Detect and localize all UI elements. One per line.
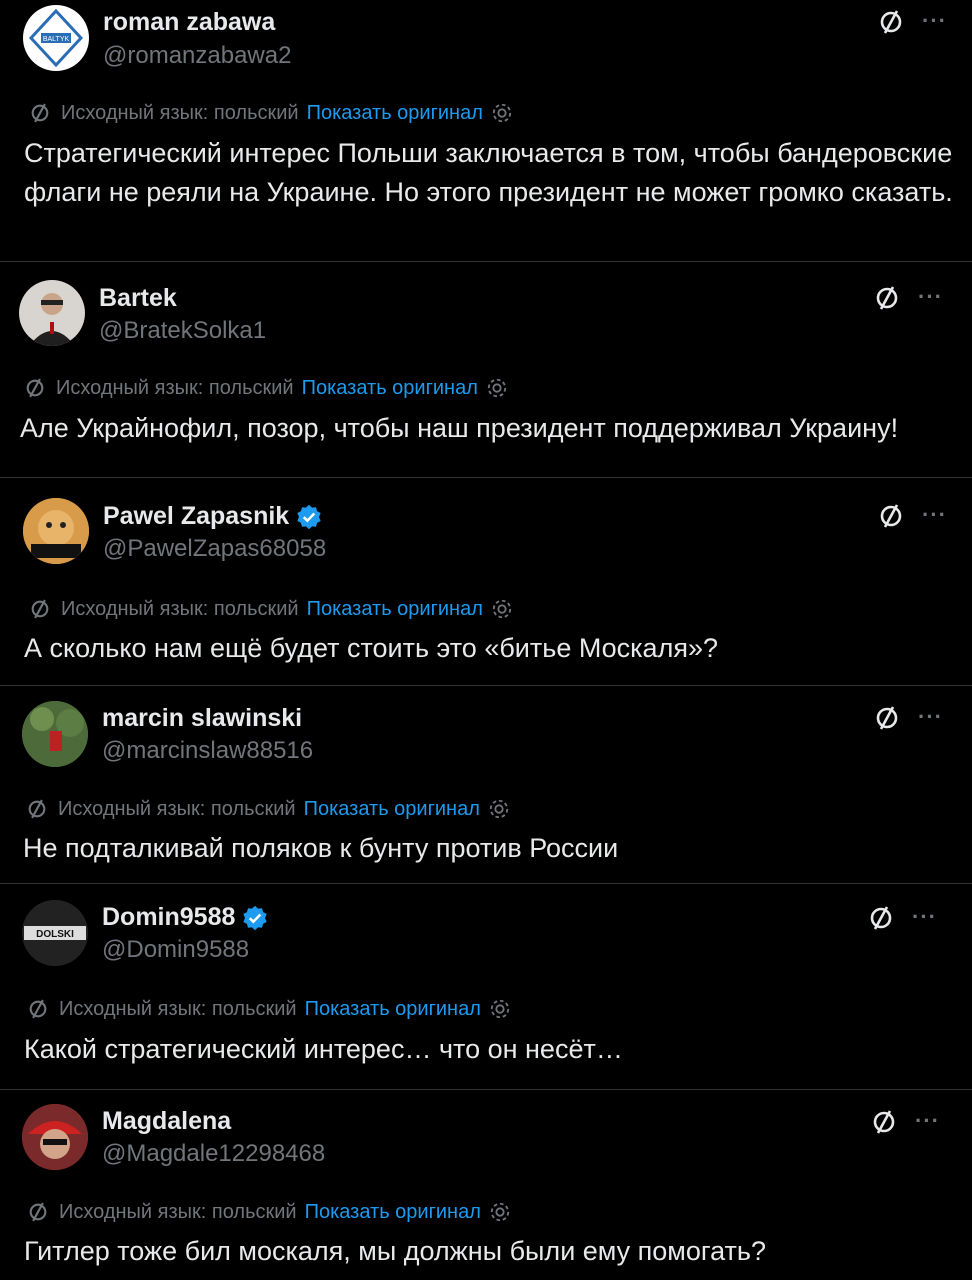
translation-source-label: Исходный язык: польский (61, 101, 299, 124)
avatar-logo-text: BALTYK (43, 36, 70, 43)
post[interactable]: Bartek @BratekSolka1 ··· Исходный язык: … (0, 262, 972, 478)
more-options-icon[interactable]: ··· (922, 8, 947, 34)
post[interactable]: Magdalena @Magdale12298468 ··· Исходный … (0, 1090, 972, 1280)
verified-badge-icon (297, 504, 321, 529)
avatar[interactable]: BALTYK (23, 5, 89, 71)
more-options-icon[interactable]: ··· (912, 904, 937, 930)
author-name[interactable]: marcin slawinski (102, 704, 302, 733)
post-text: Какой стратегический интерес… что он нес… (24, 1034, 623, 1064)
gear-icon[interactable] (489, 1201, 511, 1223)
grok-icon (29, 1202, 47, 1222)
translation-bar: Исходный язык: польский Показать оригина… (27, 100, 513, 126)
author-handle[interactable]: @marcinslaw88516 (102, 737, 313, 765)
avatar[interactable] (19, 280, 85, 346)
more-options-icon[interactable]: ··· (918, 704, 943, 730)
translation-source-label: Исходный язык: польский (56, 376, 294, 399)
grok-icon (26, 378, 44, 398)
grok-icon[interactable] (875, 6, 907, 38)
show-original-link[interactable]: Показать оригинал (305, 998, 481, 1021)
translation-source-label: Исходный язык: польский (61, 597, 299, 620)
grok-icon[interactable] (875, 500, 907, 532)
translation-bar: Исходный язык: польский Показать оригина… (22, 375, 508, 401)
translation-source-label: Исходный язык: польский (59, 997, 297, 1020)
grok-icon (29, 999, 47, 1019)
post[interactable]: Pawel Zapasnik @PawelZapas68058 ··· Исхо… (0, 478, 972, 686)
more-options-icon[interactable]: ··· (915, 1108, 940, 1134)
translation-bar: Исходный язык: польский Показать оригина… (24, 796, 510, 822)
grok-icon (31, 599, 49, 619)
avatar[interactable] (22, 701, 88, 767)
show-original-link[interactable]: Показать оригинал (307, 102, 483, 125)
author-name[interactable]: Bartek (99, 284, 177, 313)
author-handle[interactable]: @Domin9588 (102, 936, 249, 964)
gear-icon[interactable] (491, 102, 513, 124)
post-text: Гитлер тоже бил москаля, мы должны были … (24, 1236, 766, 1266)
avatar-logo-text: DOLSKI (36, 929, 74, 940)
show-original-link[interactable]: Показать оригинал (307, 598, 483, 621)
translation-bar: Исходный язык: польский Показать оригина… (27, 596, 513, 622)
post-text: Не подталкивай поляков к бунту против Ро… (23, 833, 619, 863)
grok-icon[interactable] (865, 902, 897, 934)
show-original-link[interactable]: Показать оригинал (305, 1201, 481, 1224)
avatar[interactable]: DOLSKI (22, 900, 88, 966)
show-original-link[interactable]: Показать оригинал (304, 798, 480, 821)
verified-badge-icon (243, 905, 268, 930)
gear-icon[interactable] (489, 998, 511, 1020)
grok-icon[interactable] (868, 1106, 900, 1138)
post-text: Стратегический интерес Польши заключаетс… (24, 138, 953, 207)
post[interactable]: BALTYK roman zabawa @romanzabawa2 ··· Ис… (0, 0, 972, 262)
author-name[interactable]: Magdalena (102, 1107, 231, 1136)
author-name[interactable]: Pawel Zapasnik (103, 502, 323, 531)
gear-icon[interactable] (486, 377, 508, 399)
author-name[interactable]: Domin9588 (102, 903, 269, 932)
gear-icon[interactable] (488, 798, 510, 820)
translation-source-label: Исходный язык: польский (59, 1200, 297, 1223)
translation-bar: Исходный язык: польский Показать оригина… (25, 1199, 511, 1225)
author-handle[interactable]: @BratekSolka1 (99, 317, 266, 345)
author-handle[interactable]: @romanzabawa2 (103, 42, 291, 70)
author-name[interactable]: roman zabawa (103, 8, 275, 37)
show-original-link[interactable]: Показать оригинал (302, 377, 478, 400)
grok-icon[interactable] (871, 282, 903, 314)
avatar[interactable] (23, 498, 89, 564)
translation-bar: Исходный язык: польский Показать оригина… (25, 996, 511, 1022)
author-handle[interactable]: @PawelZapas68058 (103, 535, 326, 563)
grok-icon[interactable] (871, 702, 903, 734)
grok-icon (31, 103, 49, 123)
translation-source-label: Исходный язык: польский (58, 797, 296, 820)
post-text: А сколько нам ещё будет стоить это «бить… (24, 633, 718, 663)
more-options-icon[interactable]: ··· (922, 502, 947, 528)
post[interactable]: marcin slawinski @marcinslaw88516 ··· Ис… (0, 686, 972, 884)
post-text: Але Украйнофил, позор, чтобы наш президе… (20, 413, 899, 443)
avatar[interactable] (22, 1104, 88, 1170)
author-handle[interactable]: @Magdale12298468 (102, 1140, 325, 1168)
gear-icon[interactable] (491, 598, 513, 620)
post[interactable]: DOLSKI Domin9588 @Domin9588 ··· Исходный… (0, 884, 972, 1090)
more-options-icon[interactable]: ··· (918, 284, 943, 310)
grok-icon (28, 799, 46, 819)
